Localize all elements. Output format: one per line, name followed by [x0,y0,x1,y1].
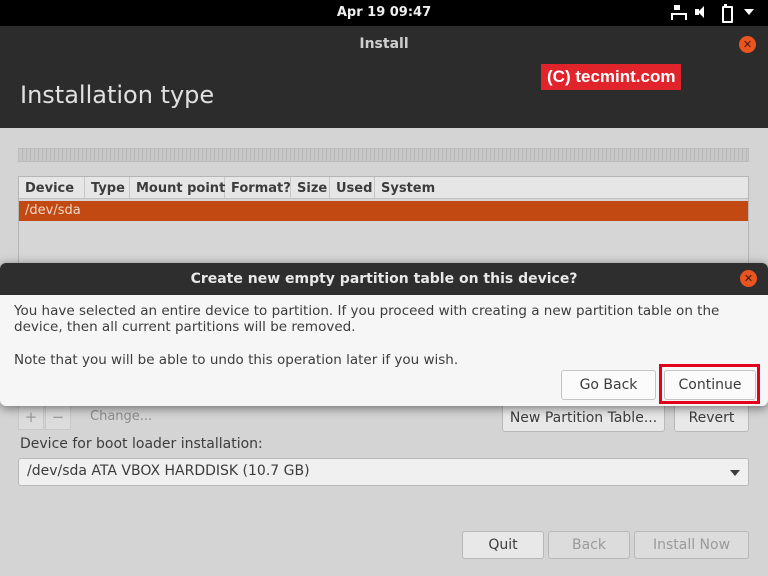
clock[interactable]: Apr 19 09:47 [0,5,768,20]
dialog-message: You have selected an entire device to pa… [14,303,720,335]
window-header: Install ✕ Installation type (C) tecmint.… [0,26,768,128]
revert-button[interactable]: Revert [674,404,749,432]
column-header[interactable]: Format? [225,177,291,198]
install-now-button[interactable]: Install Now [634,531,749,559]
column-header[interactable]: Mount point [130,177,225,198]
highlight-box [659,364,760,404]
bootloader-value: /dev/sda ATA VBOX HARDDISK (10.7 GB) [27,463,310,479]
table-row[interactable]: /dev/sda [19,201,748,221]
go-back-button[interactable]: Go Back [561,370,656,400]
remove-partition-button[interactable]: − [45,404,71,430]
battery-icon[interactable] [718,4,733,23]
bootloader-select[interactable]: /dev/sda ATA VBOX HARDDISK (10.7 GB) [18,458,749,486]
close-icon[interactable]: ✕ [740,270,757,287]
partition-table-header: Device Type Mount point Format? Size Use… [19,177,748,199]
new-partition-table-button[interactable]: New Partition Table... [502,404,665,432]
quit-button[interactable]: Quit [462,531,544,559]
column-header[interactable]: Used [330,177,375,198]
change-partition-button[interactable]: Change... [90,409,152,424]
back-button[interactable]: Back [548,531,630,559]
top-bar: Apr 19 09:47 [0,0,768,26]
page-title: Installation type [20,81,215,109]
dialog-titlebar: Create new empty partition table on this… [0,263,768,295]
device-cell: /dev/sda [25,203,81,218]
watermark-logo: (C) tecmint.com [541,64,682,90]
add-partition-button[interactable]: + [18,404,44,430]
column-header[interactable]: Type [85,177,130,198]
column-header[interactable]: Device [19,177,85,198]
close-icon[interactable]: ✕ [739,36,756,53]
volume-icon[interactable] [694,4,708,20]
menu-arrow-icon[interactable] [742,4,756,20]
dialog-title: Create new empty partition table on this… [190,271,578,287]
partition-toolbar: + − Change... New Partition Table... Rev… [18,404,749,432]
confirm-dialog: Create new empty partition table on this… [0,263,768,406]
dialog-note: Note that you will be able to undo this … [14,352,459,368]
column-header[interactable]: Size [291,177,330,198]
column-header[interactable]: System [375,177,748,198]
system-tray[interactable] [670,4,756,23]
chevron-down-icon [730,470,740,476]
partition-bar [18,148,749,162]
bootloader-label: Device for boot loader installation: [20,436,263,452]
window-title: Install [359,36,409,52]
network-icon[interactable] [670,4,687,20]
